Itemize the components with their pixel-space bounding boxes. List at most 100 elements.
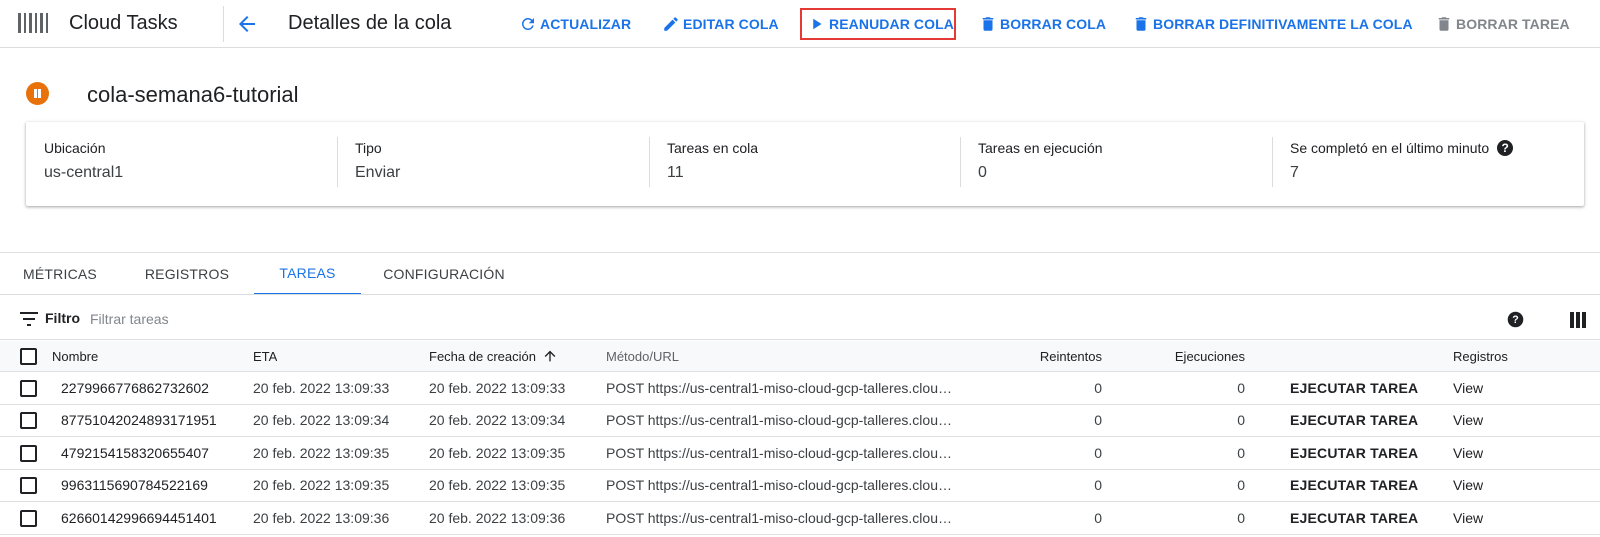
purge-queue-button[interactable]: BORRAR DEFINITIVAMENTE LA COLA (1132, 13, 1413, 35)
view-logs-link[interactable]: View (1453, 405, 1483, 437)
task-name[interactable]: 4792154158320655407 (61, 437, 209, 469)
select-all-checkbox[interactable] (20, 348, 37, 365)
view-logs-link[interactable]: View (1453, 470, 1483, 502)
task-retries: 0 (1094, 477, 1102, 494)
run-task-button[interactable]: EJECUTAR TAREA (1290, 470, 1418, 502)
stat-divider (1272, 137, 1273, 187)
queue-name: cola-semana6-tutorial (87, 82, 299, 107)
stat-value: Enviar (355, 164, 401, 181)
queue-summary-card: Ubicación us-central1 Tipo Enviar Tareas… (26, 122, 1584, 206)
task-name[interactable]: 9963115690784522169 (61, 470, 208, 502)
table-row: 2279966776862732602 20 feb. 2022 13:09:3… (0, 372, 1600, 405)
help-icon[interactable]: ? (1497, 140, 1514, 156)
run-task-button[interactable]: EJECUTAR TAREA (1290, 502, 1418, 534)
filter-tasks-input[interactable] (90, 308, 890, 330)
refresh-button[interactable]: ACTUALIZAR (519, 13, 631, 35)
tab-tasks[interactable]: TAREAS (254, 253, 361, 295)
header-executions[interactable]: Ejecuciones (1130, 341, 1245, 371)
task-method-url: POST https://us-central1-miso-cloud-gcp-… (606, 379, 952, 396)
delete-task-label: BORRAR TAREA (1456, 16, 1570, 32)
page-title: Detalles de la cola (288, 12, 452, 34)
stat-divider (960, 137, 961, 187)
row-checkbox[interactable] (20, 412, 37, 430)
stat-value: 11 (667, 164, 684, 181)
filter-bar: Filtro ? (0, 300, 1600, 340)
table-row: 4792154158320655407 20 feb. 2022 13:09:3… (0, 437, 1600, 470)
header-created-label: Fecha de creación (429, 348, 536, 364)
task-executions: 0 (1237, 444, 1245, 461)
run-task-button[interactable]: EJECUTAR TAREA (1290, 437, 1418, 469)
highlight-box (800, 8, 956, 40)
stat-value: 7 (1290, 164, 1299, 181)
view-logs-link[interactable]: View (1453, 437, 1483, 469)
refresh-label: ACTUALIZAR (540, 16, 632, 32)
back-arrow-icon[interactable] (235, 12, 259, 36)
row-checkbox[interactable] (20, 509, 37, 527)
task-method-url: POST https://us-central1-miso-cloud-gcp-… (606, 412, 952, 429)
row-checkbox[interactable] (20, 379, 37, 397)
header-eta[interactable]: ETA (253, 341, 277, 371)
task-name[interactable]: 2279966776862732602 (61, 372, 209, 404)
task-name[interactable]: 62660142996694451401 (61, 502, 217, 534)
stat-label: Tareas en cola (667, 140, 759, 156)
task-eta: 20 feb. 2022 13:09:34 (253, 412, 390, 429)
row-checkbox[interactable] (20, 444, 37, 462)
tabs-bottom-divider (0, 294, 1600, 295)
header-logs: Registros (1453, 348, 1508, 364)
table-header-row: Nombre ETA Fecha de creación Método/URL … (0, 341, 1600, 372)
run-task-button[interactable]: EJECUTAR TAREA (1290, 372, 1418, 404)
task-retries: 0 (1094, 379, 1102, 396)
task-executions: 0 (1237, 379, 1245, 396)
task-created: 20 feb. 2022 13:09:35 (429, 444, 566, 461)
table-row: 87751042024893171951 20 feb. 2022 13:09:… (0, 405, 1600, 437)
trash-icon (1438, 17, 1450, 31)
stat-location: Ubicación us-central1 (44, 137, 123, 191)
trash-icon (982, 17, 994, 31)
table-row: 9963115690784522169 20 feb. 2022 13:09:3… (0, 470, 1600, 502)
delete-queue-label: BORRAR COLA (1000, 16, 1107, 32)
task-created: 20 feb. 2022 13:09:36 (429, 509, 566, 526)
edit-queue-button[interactable]: EDITAR COLA (662, 13, 779, 35)
edit-queue-label: EDITAR COLA (683, 16, 779, 32)
stat-value: 0 (978, 164, 987, 181)
column-display-options-icon[interactable] (1570, 312, 1586, 328)
task-eta: 20 feb. 2022 13:09:35 (253, 477, 390, 494)
header-created[interactable]: Fecha de creación (429, 341, 558, 371)
tab-configuration[interactable]: CONFIGURACIÓN (361, 253, 527, 295)
delete-queue-button[interactable]: BORRAR COLA (979, 13, 1106, 35)
filter-icon[interactable] (20, 312, 38, 326)
run-task-button[interactable]: EJECUTAR TAREA (1290, 405, 1418, 437)
task-executions: 0 (1237, 477, 1245, 494)
delete-task-button[interactable]: BORRAR TAREA (1435, 13, 1570, 35)
paused-status-icon (26, 82, 49, 105)
stat-completed-last-minute: Se completó en el último minuto ? 7 (1290, 137, 1514, 191)
tab-logs[interactable]: REGISTROS (120, 253, 254, 295)
header-name[interactable]: Nombre (52, 341, 98, 371)
stat-label: Ubicación (44, 140, 106, 156)
sort-ascending-icon[interactable] (542, 348, 558, 364)
stat-type: Tipo Enviar (355, 137, 400, 191)
task-eta: 20 feb. 2022 13:09:35 (253, 444, 390, 461)
view-logs-link[interactable]: View (1453, 502, 1483, 534)
toolbar-divider (223, 6, 224, 42)
stat-value: us-central1 (44, 164, 124, 181)
table-row: 62660142996694451401 20 feb. 2022 13:09:… (0, 502, 1600, 535)
task-name[interactable]: 87751042024893171951 (61, 405, 217, 437)
task-created: 20 feb. 2022 13:09:33 (429, 379, 566, 396)
svg-text:?: ? (1512, 314, 1518, 326)
pencil-icon (664, 17, 678, 31)
top-bar: Cloud Tasks Detalles de la cola ACTUALIZ… (0, 0, 1600, 48)
refresh-icon (521, 17, 534, 30)
product-name: Cloud Tasks (69, 12, 178, 34)
stat-queued-tasks: Tareas en cola 11 (667, 137, 758, 191)
tab-metrics[interactable]: MÉTRICAS (0, 253, 120, 295)
stat-divider (337, 137, 338, 187)
header-retries[interactable]: Reintentos (1000, 341, 1102, 371)
header-method: Método/URL (606, 348, 679, 364)
view-logs-link[interactable]: View (1453, 372, 1483, 404)
stat-divider (649, 137, 650, 187)
row-checkbox[interactable] (20, 477, 37, 495)
help-icon[interactable]: ? (1507, 311, 1524, 328)
task-eta: 20 feb. 2022 13:09:36 (253, 509, 390, 526)
filter-label[interactable]: Filtro (45, 310, 80, 326)
